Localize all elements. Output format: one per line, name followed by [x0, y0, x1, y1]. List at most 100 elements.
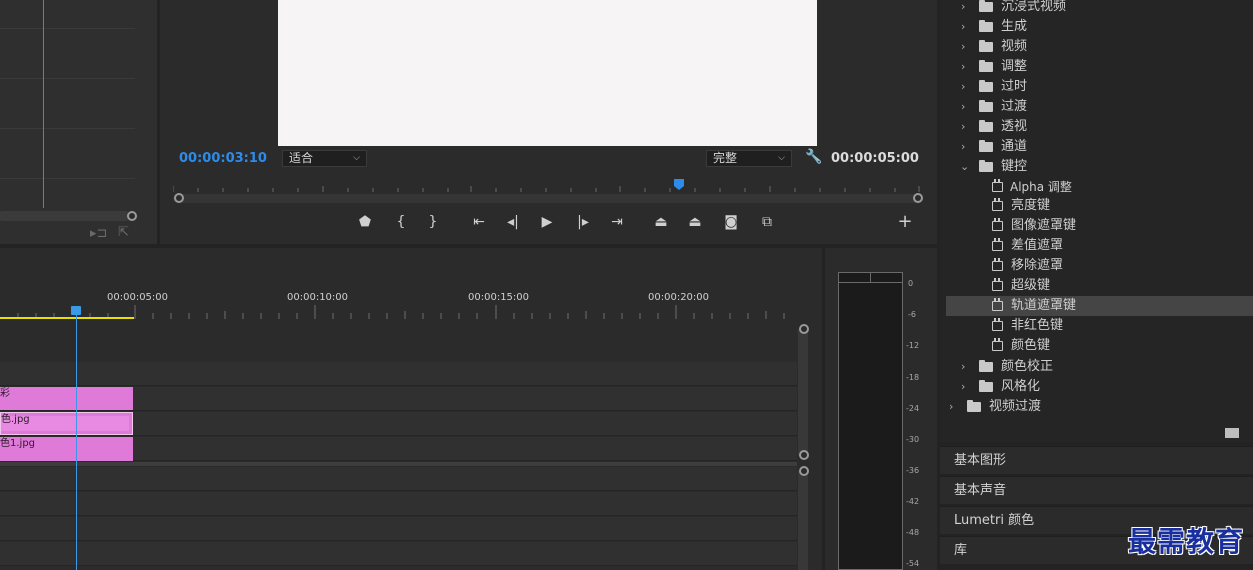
video-tracks-scrollbar[interactable] — [798, 329, 808, 456]
comparison-view-icon[interactable]: ⧉ — [756, 212, 778, 232]
folder-icon — [979, 40, 993, 52]
audio-track[interactable] — [0, 492, 797, 516]
clip-name: 彩 — [0, 388, 10, 399]
effect-folder[interactable]: › 通道 — [946, 137, 1253, 157]
panel-tab-essential-sound[interactable]: 基本声音 — [940, 476, 1253, 504]
step-forward-icon[interactable]: |▸ — [572, 212, 594, 232]
effect-folder-video-transitions[interactable]: › 视频过渡 — [946, 397, 1253, 417]
add-button-icon[interactable]: + — [894, 212, 916, 232]
add-marker-icon[interactable]: ⬟ — [354, 212, 376, 232]
effect-icon — [992, 179, 1003, 192]
effect-item[interactable]: 差值遮罩 — [946, 236, 1253, 256]
db-label: -6 — [908, 310, 916, 319]
scroll-handle[interactable] — [799, 466, 809, 476]
effect-folder[interactable]: › 风格化 — [946, 377, 1253, 397]
folder-label: 沉浸式视频 — [1001, 0, 1067, 14]
effect-folder[interactable]: › 透视 — [946, 117, 1253, 137]
effect-folder[interactable]: › 视频 — [946, 37, 1253, 57]
effect-item[interactable]: 移除遮罩 — [946, 256, 1253, 276]
scroll-handle[interactable] — [799, 324, 809, 334]
audio-track[interactable] — [0, 467, 797, 491]
audio-track[interactable] — [0, 517, 797, 541]
folder-icon — [979, 100, 993, 112]
scroll-handle[interactable] — [127, 211, 137, 221]
folder-icon — [979, 160, 993, 172]
audio-level-meter — [838, 272, 903, 570]
clip-name: 色1.jpg — [0, 438, 36, 449]
source-scrollbar[interactable] — [0, 211, 128, 221]
camera-icon[interactable]: ◙ — [720, 212, 742, 232]
panel-tab-essential-graphics[interactable]: 基本图形 — [940, 446, 1253, 474]
effect-item[interactable]: 亮度键 — [946, 196, 1253, 216]
in-out-range-bar[interactable] — [0, 317, 134, 319]
chevron-right-icon: › — [961, 100, 966, 113]
chevron-right-icon: › — [961, 80, 966, 93]
source-playhead[interactable] — [43, 0, 44, 208]
db-label: -24 — [906, 404, 920, 413]
chevron-right-icon: › — [961, 120, 966, 133]
effect-folder[interactable]: › 过时 — [946, 77, 1253, 97]
watermark-logo: 最需教育 — [1128, 525, 1245, 558]
effect-folder[interactable]: › 过渡 — [946, 97, 1253, 117]
folder-icon — [979, 120, 993, 132]
chevron-down-icon: ⌄ — [960, 160, 970, 173]
play-icon[interactable]: ▶ — [536, 212, 558, 232]
ruler-label: 00:00:05:00 — [107, 292, 169, 303]
video-track[interactable] — [0, 362, 797, 386]
folder-label: 调整 — [1001, 59, 1028, 74]
export-frame-icon[interactable]: ▸⊐ — [90, 226, 107, 241]
mark-out-icon[interactable]: } — [422, 212, 444, 232]
overwrite-icon[interactable]: ⇱ — [118, 225, 129, 240]
timeline-clip[interactable]: 色1.jpg — [0, 437, 133, 461]
current-timecode[interactable]: 00:00:03:10 — [179, 151, 267, 166]
clip-name: 色.jpg — [1, 414, 30, 425]
scroll-handle[interactable] — [799, 450, 809, 460]
effect-item[interactable]: Alpha 调整 — [946, 177, 1253, 197]
timeline-clip[interactable]: 色.jpg — [0, 412, 133, 435]
effect-item[interactable]: 非红色键 — [946, 316, 1253, 336]
source-monitor-panel: ▸⊐ ⇱ — [0, 0, 157, 244]
effect-folder[interactable]: › 生成 — [946, 17, 1253, 37]
timeline-playhead-line[interactable] — [76, 313, 77, 570]
effect-icon — [992, 298, 1003, 311]
effect-item[interactable]: 颜色键 — [946, 336, 1253, 356]
program-time-ruler[interactable] — [173, 178, 920, 192]
scroll-start-handle[interactable] — [174, 193, 184, 203]
folder-icon — [979, 80, 993, 92]
scroll-end-handle[interactable] — [913, 193, 923, 203]
effect-item[interactable]: 图像遮罩键 — [946, 216, 1253, 236]
extract-icon[interactable]: ⏏ — [684, 212, 706, 232]
panel-label: 基本声音 — [954, 483, 1007, 498]
ruler-label: 00:00:10:00 — [287, 292, 349, 303]
new-bin-icon[interactable] — [1225, 428, 1239, 438]
effect-item[interactable]: 超级键 — [946, 276, 1253, 296]
audio-track[interactable] — [0, 542, 797, 566]
audio-tracks-scrollbar[interactable] — [798, 471, 808, 570]
go-to-out-icon[interactable]: ⇥ — [606, 212, 628, 232]
lift-icon[interactable]: ⏏ — [650, 212, 672, 232]
effect-folder[interactable]: › 调整 — [946, 57, 1253, 77]
program-monitor-panel: 00:00:03:10 适合 ⌵ 完整 ⌵ 🔧 00:00:05:00 ⬟ { … — [160, 0, 937, 244]
go-to-in-icon[interactable]: ⇤ — [468, 212, 490, 232]
db-label: -48 — [906, 528, 920, 537]
divider — [0, 78, 135, 79]
step-back-icon[interactable]: ◂| — [502, 212, 524, 232]
chevron-right-icon: › — [961, 40, 966, 53]
wrench-icon[interactable]: 🔧 — [805, 149, 822, 165]
timeline-clip[interactable]: 彩 — [0, 387, 133, 410]
quality-dropdown[interactable]: 完整 ⌵ — [706, 150, 792, 167]
effect-icon — [992, 278, 1003, 291]
mark-in-icon[interactable]: { — [390, 212, 412, 232]
effect-folder-keying[interactable]: ⌄ 键控 — [946, 157, 1253, 177]
track-divider[interactable] — [0, 462, 797, 466]
zoom-dropdown[interactable]: 适合 ⌵ — [282, 150, 367, 167]
ruler-label: 00:00:15:00 — [468, 292, 530, 303]
effect-label: 移除遮罩 — [1011, 258, 1064, 273]
effect-folder[interactable]: › 颜色校正 — [946, 357, 1253, 377]
panel-label: 库 — [954, 543, 968, 558]
effect-folder[interactable]: › 沉浸式视频 — [946, 0, 1253, 17]
effect-label: 图像遮罩键 — [1011, 218, 1077, 233]
program-scroll-bar[interactable] — [173, 194, 920, 203]
effect-item-selected[interactable]: 轨道遮罩键 — [946, 296, 1253, 316]
folder-icon — [979, 380, 993, 392]
